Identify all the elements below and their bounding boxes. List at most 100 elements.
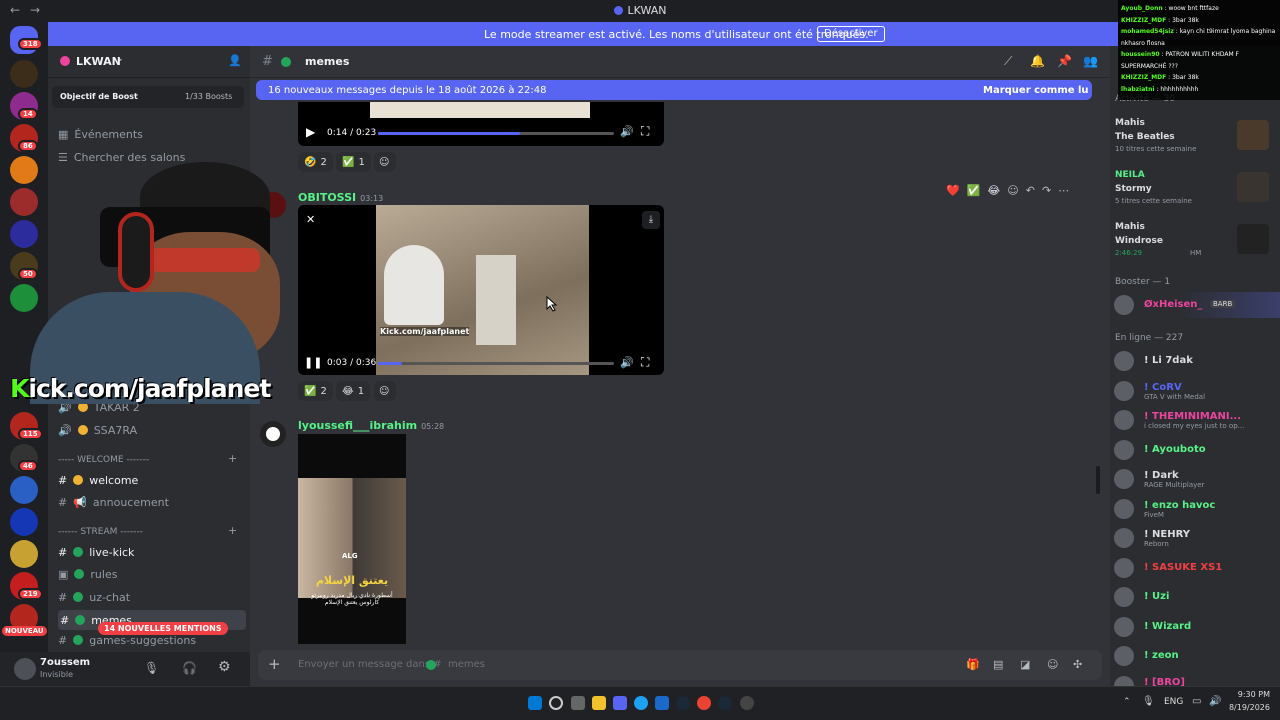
member-item[interactable]: ! CoRV GTA V with Medal	[1110, 378, 1280, 404]
image-attachment[interactable]: ALG يعتنق الإسلام أسطورة نادي ريال مدريد…	[298, 434, 406, 644]
pause-icon[interactable]: ❚❚	[304, 356, 322, 369]
disable-streamer-button[interactable]: Désactiver	[817, 26, 885, 42]
game-art[interactable]	[1237, 224, 1269, 254]
activity-user[interactable]: Mahis	[1115, 222, 1145, 232]
members-icon[interactable]: 👥	[1083, 54, 1098, 68]
new-messages-bar[interactable]: 16 nouveaux messages depuis le 18 août 2…	[256, 80, 1092, 100]
reaction[interactable]: ✅ 2	[298, 381, 333, 401]
album-art[interactable]	[1237, 120, 1269, 150]
member-item[interactable]: ! Ayouboto	[1110, 437, 1280, 463]
mark-read-button[interactable]: Marquer comme lu	[983, 85, 1089, 96]
add-reaction-button[interactable]: ☺	[374, 152, 396, 172]
add-channel-icon[interactable]: +	[228, 452, 237, 465]
voice-channel-ssa7ra[interactable]: 🔊 SSA7RA	[58, 420, 137, 440]
activity-user[interactable]: NEILA	[1115, 170, 1145, 180]
quick-reaction[interactable]: 😂	[987, 184, 1000, 197]
tray-chevron-icon[interactable]: ⌃	[1123, 697, 1131, 707]
fullscreen-icon[interactable]: ⛶	[641, 124, 649, 139]
gear-icon[interactable]: ⚙	[218, 659, 231, 675]
gift-icon[interactable]: 🎁	[966, 658, 980, 671]
download-icon[interactable]: ⤓	[642, 211, 660, 229]
avatar[interactable]	[260, 421, 286, 447]
clock-date[interactable]: 8/19/2026	[1226, 703, 1270, 712]
server-icon[interactable]	[10, 540, 38, 568]
sticker-icon[interactable]: ◪	[1020, 658, 1030, 671]
member-item[interactable]: ! NEHRY Reborn	[1110, 525, 1280, 551]
add-member-icon[interactable]: 👤	[228, 54, 242, 67]
file-explorer-icon[interactable]	[592, 696, 606, 710]
task-view-icon[interactable]	[571, 696, 585, 710]
message-author[interactable]: OBITOSSI 03:13	[298, 191, 383, 204]
volume-icon[interactable]: 🔊	[620, 356, 634, 369]
member-item[interactable]: ! SASUKE XS1	[1110, 555, 1280, 581]
add-reaction-button[interactable]: ☺	[374, 381, 396, 401]
edge-icon[interactable]	[634, 696, 648, 710]
video-player[interactable]: ▶ 0:14 / 0:23 🔊 ⛶	[298, 102, 664, 146]
channel-uz-chat[interactable]: # uz-chat	[58, 587, 130, 607]
play-icon[interactable]: ▶	[306, 125, 315, 139]
mic-tray-icon[interactable]: 🎙	[1142, 696, 1155, 707]
channel-live-kick[interactable]: # live-kick	[58, 542, 134, 562]
steam-icon[interactable]	[718, 696, 732, 710]
steam-icon[interactable]	[676, 696, 690, 710]
avatar[interactable]	[14, 658, 36, 680]
member-item[interactable]: ØxHeisen_ BARB	[1110, 292, 1280, 318]
member-item[interactable]: ! Uzi	[1110, 584, 1280, 610]
volume-icon[interactable]: 🔊	[620, 125, 634, 138]
search-icon[interactable]	[549, 696, 563, 710]
clock-time[interactable]: 9:30 PM	[1230, 690, 1270, 699]
member-item[interactable]: ! THEMINIMANI... i closed my eyes just to…	[1110, 407, 1280, 433]
video-progress-track[interactable]	[378, 362, 614, 365]
emoji-icon[interactable]: ☺	[1047, 658, 1058, 671]
reply-icon[interactable]: ↶	[1026, 184, 1035, 197]
member-item[interactable]: ! enzo havoc FiveM	[1110, 496, 1280, 522]
quick-reaction[interactable]: ✅	[967, 184, 981, 197]
reaction[interactable]: 😂 1	[336, 381, 371, 401]
message-composer[interactable]: + Envoyer un message dans # memes 🎁 ▤ ◪ …	[258, 650, 1102, 680]
add-reaction-icon[interactable]: ☺	[1007, 184, 1018, 197]
fullscreen-icon[interactable]: ⛶	[641, 355, 649, 370]
add-attachment-icon[interactable]: +	[268, 655, 281, 673]
apps-icon[interactable]: ✣	[1073, 658, 1082, 671]
headphones-icon[interactable]: 🎧	[182, 661, 197, 675]
reaction[interactable]: 🤣 2	[298, 152, 333, 172]
channel-rules[interactable]: ▣ rules	[58, 564, 117, 584]
obs-icon[interactable]	[740, 696, 754, 710]
member-item[interactable]: ! Dark RAGE Multiplayer	[1110, 466, 1280, 492]
quick-reaction[interactable]: ❤️	[946, 184, 960, 197]
category-stream[interactable]: ------ STREAM -------	[58, 527, 143, 537]
add-channel-icon[interactable]: +	[228, 524, 237, 537]
server-icon[interactable]	[10, 60, 38, 88]
scrollbar-thumb[interactable]	[1096, 466, 1100, 494]
store-icon[interactable]	[655, 696, 669, 710]
member-item[interactable]: ! zeon	[1110, 643, 1280, 669]
server-icon[interactable]	[10, 476, 38, 504]
activity-user[interactable]: Mahis	[1115, 118, 1145, 128]
member-item[interactable]: ! Wizard	[1110, 614, 1280, 640]
pin-icon[interactable]: 📌	[1057, 54, 1072, 68]
forward-icon[interactable]: ↷	[1042, 184, 1051, 197]
threads-icon[interactable]: ⟋	[1004, 54, 1012, 69]
more-icon[interactable]: ⋯	[1058, 184, 1069, 197]
network-icon[interactable]: ▭	[1192, 696, 1201, 707]
guild-header[interactable]: LKWAN ⌄ 👤	[48, 46, 250, 78]
volume-icon[interactable]: 🔊	[1209, 696, 1221, 707]
category-welcome[interactable]: ----- WELCOME -------	[58, 455, 149, 465]
language-indicator[interactable]: ENG	[1164, 697, 1183, 707]
channel-annoucement[interactable]: # 📢 annoucement	[58, 492, 169, 512]
bell-icon[interactable]: 🔔	[1030, 54, 1045, 68]
gif-icon[interactable]: ▤	[993, 658, 1003, 671]
message-author[interactable]: lyoussefi___ibrahim 05:28	[298, 419, 444, 432]
events-item[interactable]: ▦ Événements	[58, 124, 143, 144]
close-icon[interactable]: ✕	[306, 213, 315, 226]
windows-start-icon[interactable]	[528, 696, 542, 710]
video-player[interactable]: ✕ Kick.com/jaafplanet ⤓ ❚❚ 0:03 / 0:36 🔊…	[298, 205, 664, 375]
member-item[interactable]: ! Li 7dak	[1110, 348, 1280, 374]
server-icon[interactable]	[10, 508, 38, 536]
chrome-icon[interactable]	[697, 696, 711, 710]
new-mentions-pill[interactable]: 14 NOUVELLES MENTIONS	[98, 622, 228, 635]
microphone-icon[interactable]: 🎙	[144, 661, 159, 675]
reaction[interactable]: ✅ 1	[336, 152, 371, 172]
channel-welcome[interactable]: # welcome	[58, 470, 138, 490]
discord-icon[interactable]	[613, 696, 627, 710]
